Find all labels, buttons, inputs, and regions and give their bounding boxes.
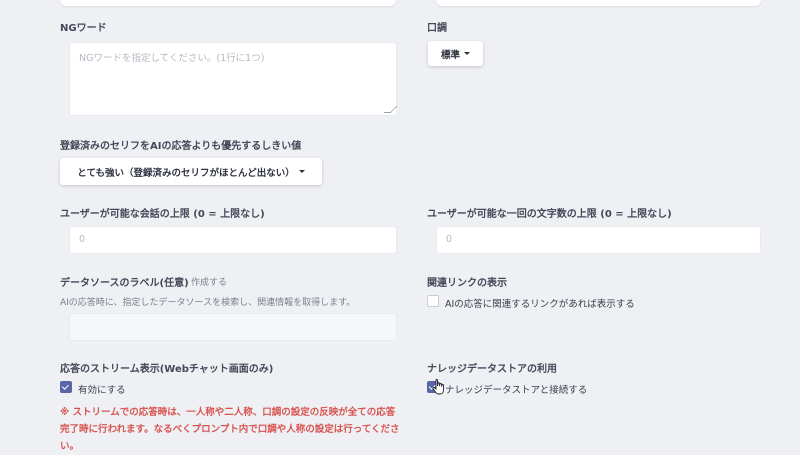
- related-links-checkbox-label[interactable]: AIの応答に関連するリンクがあれば表示する: [445, 296, 635, 310]
- threshold-value: とても強い（登録済みのセリフがほとんど出ない）: [77, 167, 295, 179]
- knowledge-checkbox-label[interactable]: ナレッジデータストアと接続する: [445, 382, 587, 396]
- stream-label: 応答のストリーム表示(Webチャット画面のみ): [60, 364, 274, 375]
- threshold-label: 登録済みのセリフをAIの応答よりも優先するしきい値: [60, 141, 302, 152]
- conversation-limit-value: 0: [79, 234, 86, 245]
- datasource-input[interactable]: [69, 313, 397, 341]
- conversation-limit-label: ユーザーが可能な会話の上限 (0 = 上限なし): [60, 209, 265, 220]
- char-limit-label: ユーザーが可能な一回の文字数の上限 (0 = 上限なし): [427, 209, 672, 220]
- chevron-down-icon: [298, 170, 305, 173]
- related-links-checkbox[interactable]: [427, 295, 439, 307]
- chevron-down-icon: [464, 52, 470, 55]
- tone-dropdown[interactable]: 標準: [428, 41, 483, 66]
- top-card-right-edge: [436, 0, 761, 6]
- hand-cursor-icon: [432, 379, 444, 395]
- stream-warning-line1: ※ ストリームでの応答時は、一人称や二人称、口調の設定の反映が全ての応答: [60, 407, 396, 418]
- resize-handle-icon[interactable]: [383, 106, 398, 113]
- ng-words-label: NGワード: [60, 23, 107, 34]
- stream-checkbox-label[interactable]: 有効にする: [78, 382, 126, 396]
- stream-warning-line3: い。: [60, 441, 80, 452]
- datasource-create-link[interactable]: 作成する: [191, 275, 227, 288]
- datasource-description: AIの応答時に、指定したデータソースを検索し、関連情報を取得します。: [60, 298, 356, 308]
- related-links-label: 関連リンクの表示: [427, 278, 507, 289]
- knowledge-label: ナレッジデータストアの利用: [427, 364, 557, 375]
- conversation-limit-input[interactable]: 0: [69, 226, 397, 254]
- tone-value: 標準: [440, 49, 460, 61]
- char-limit-value: 0: [446, 234, 453, 245]
- threshold-dropdown[interactable]: とても強い（登録済みのセリフがほとんど出ない）: [60, 158, 322, 185]
- stream-warning: ※ ストリームでの応答時は、一人称や二人称、口調の設定の反映が全ての応答 完了時…: [60, 404, 400, 455]
- tone-label: 口調: [427, 23, 447, 34]
- top-card-left-edge: [60, 0, 396, 6]
- stream-checkbox[interactable]: [60, 381, 72, 393]
- datasource-label: データソースのラベル(任意): [60, 278, 189, 289]
- ng-words-textarea[interactable]: NGワードを指定してください。(1行に1つ): [69, 42, 398, 116]
- stream-warning-line2: 完了時に行われます。なるべくプロンプト内で口調や人称の設定は行ってくださ: [60, 424, 400, 435]
- char-limit-input[interactable]: 0: [436, 226, 761, 254]
- ng-words-placeholder: NGワードを指定してください。(1行に1つ): [79, 53, 265, 64]
